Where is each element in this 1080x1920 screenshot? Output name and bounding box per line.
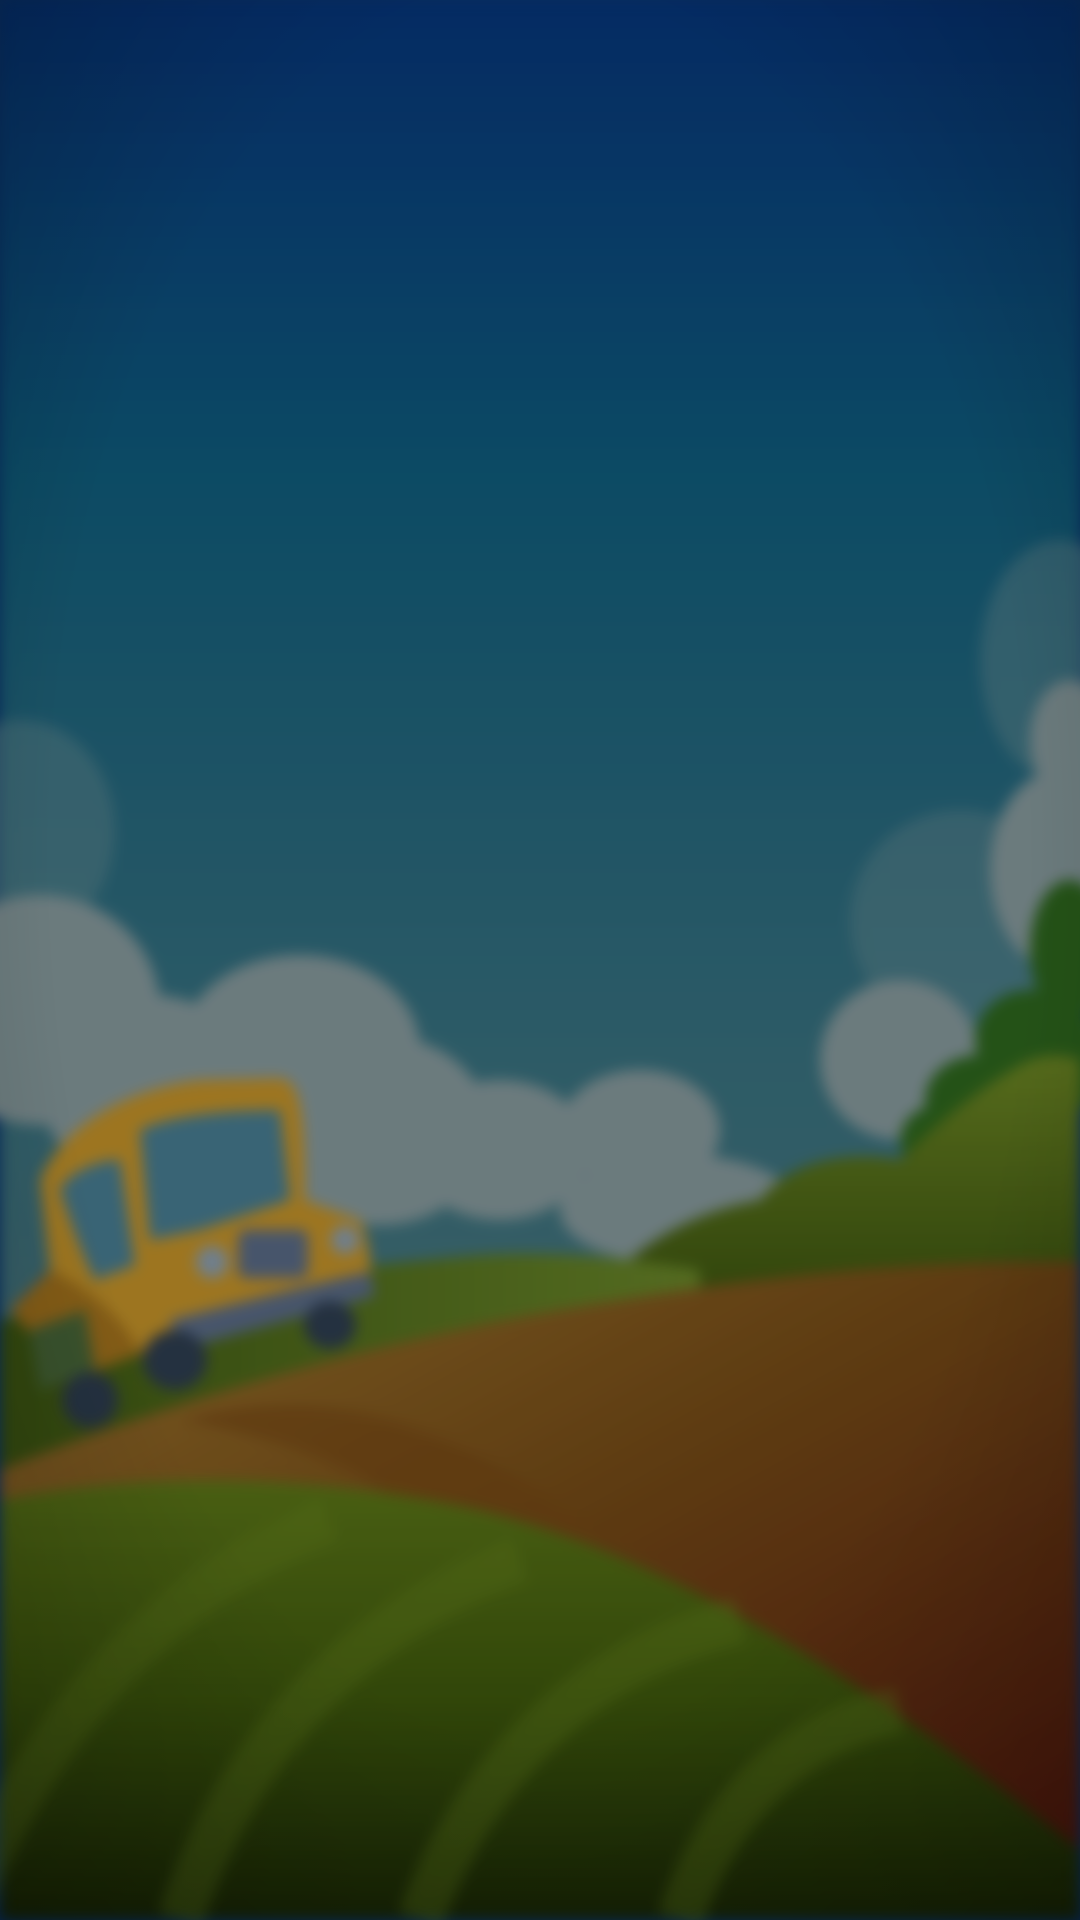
game-background-scene	[0, 0, 1080, 1920]
landscape-illustration	[0, 0, 1080, 1920]
vignette-overlay	[0, 0, 1080, 1920]
